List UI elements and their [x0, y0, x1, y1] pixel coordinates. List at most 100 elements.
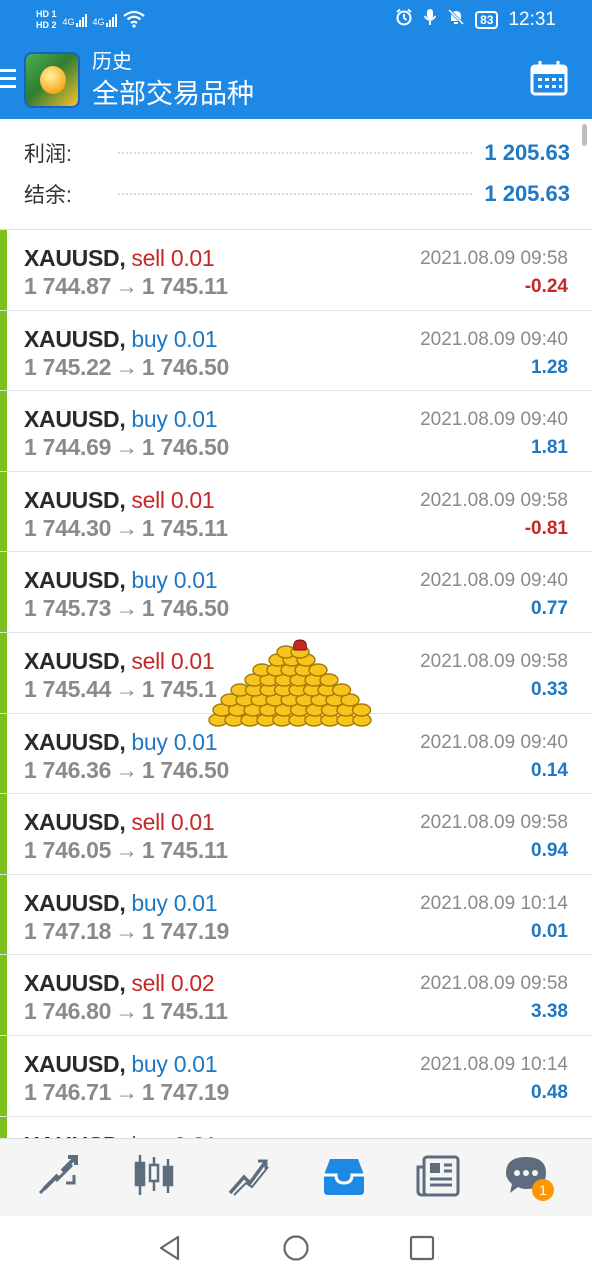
trade-type: buy 0.01 — [131, 1050, 218, 1077]
mute-icon — [447, 8, 465, 31]
microphone-icon — [423, 8, 437, 31]
menu-icon[interactable] — [0, 66, 18, 92]
signal-icon: 4G — [63, 13, 87, 27]
open-price: 1 745.22 — [24, 353, 112, 380]
trade-type: buy 0.01 — [131, 325, 218, 352]
trade-row[interactable]: XAUUSD, buy 0.01 1 745.22 → 1 746.50 2021.08.… — [0, 310, 592, 392]
profit-row: 利润: 1 205.63 — [24, 136, 570, 170]
battery-indicator: 83 — [475, 10, 499, 29]
trade-row[interactable]: XAUUSD, buy 0.01 1 746.71 → 1 747.19 2021.08.… — [0, 1035, 592, 1117]
trade-row[interactable]: XAUUSD,buy 0.01 — [0, 1116, 592, 1138]
network-type-2: 4G — [92, 17, 105, 27]
trade-history-list[interactable]: XAUUSD, sell 0.01 1 744.87 → 1 745.11 2021.08… — [0, 230, 592, 1138]
close-price: 1 746.50 — [141, 595, 229, 622]
profit-label: 利润: — [24, 143, 72, 166]
open-price: 1 744.87 — [24, 273, 112, 299]
home-icon[interactable] — [282, 1234, 310, 1262]
trade-time: 2021.08.09 10:14 — [420, 1053, 568, 1075]
trade-marker — [0, 955, 7, 1035]
open-price: 1 746.36 — [24, 756, 112, 783]
trade-type: sell 0.01 — [131, 486, 215, 513]
trade-row[interactable]: XAUUSD, sell 0.01 1 744.30 → 1 745.11 2021.08… — [0, 471, 592, 553]
trade-row[interactable]: XAUUSD, buy 0.01 1 744.69 → 1 746.50 2021.08.… — [0, 391, 592, 472]
balance-row: 结余: 1 205.63 — [24, 177, 570, 211]
close-price: 1 745.1 — [141, 675, 217, 702]
trade-symbol: XAUUSD — [24, 486, 120, 513]
bottom-navigation: 1 — [0, 1138, 592, 1216]
trade-row[interactable]: XAUUSD, buy 0.01 1 746.36 → 1 746.50 2021.08.… — [0, 713, 592, 795]
open-price: 1 744.69 — [24, 434, 112, 461]
trade-symbol: XAUUSD — [24, 1050, 120, 1077]
trade-symbol: XAUUSD — [24, 406, 120, 433]
trade-icon[interactable] — [224, 1151, 272, 1199]
calendar-icon[interactable] — [530, 60, 568, 96]
trade-symbol-line: XAUUSD,buy 0.01 — [24, 1050, 218, 1077]
trade-profit: 0.48 — [531, 1081, 568, 1103]
clock: 12:31 — [508, 8, 556, 30]
news-icon[interactable] — [414, 1151, 462, 1199]
chat-badge: 1 — [532, 1179, 554, 1201]
arrow-right-icon: → — [115, 1078, 138, 1105]
trade-marker — [0, 794, 7, 874]
trade-row[interactable]: XAUUSD, sell 0.01 1 744.87 → 1 745.11 2021.08… — [0, 230, 592, 311]
trade-prices: 1 744.30 → 1 745.11 — [24, 514, 228, 542]
balance-label: 结余: — [24, 184, 72, 207]
trade-prices: 1 744.69 → 1 746.50 — [24, 433, 229, 461]
system-navigation-bar — [0, 1216, 592, 1280]
recents-icon[interactable] — [408, 1234, 436, 1262]
network-type-1: 4G — [62, 17, 75, 27]
app-logo — [24, 52, 80, 108]
trade-symbol: XAUUSD — [24, 567, 120, 594]
close-price: 1 747.19 — [141, 917, 229, 944]
trade-time: 2021.08.09 10:14 — [420, 892, 568, 914]
page-subtitle: 历史 — [92, 51, 132, 73]
status-left: HD 1 HD 2 4G 4G — [36, 5, 145, 35]
trade-prices: 1 744.87 → 1 745.11 — [24, 272, 228, 300]
trade-time: 2021.08.09 09:40 — [420, 570, 568, 592]
arrow-right-icon: → — [115, 998, 138, 1025]
trade-prices: 1 745.22 → 1 746.50 — [24, 353, 229, 381]
trade-row[interactable]: XAUUSD, buy 0.01 1 747.18 → 1 747.19 2021.08.… — [0, 874, 592, 956]
trade-time: 2021.08.09 09:40 — [420, 731, 568, 753]
trade-prices: 1 746.71 → 1 747.19 — [24, 1078, 229, 1106]
trade-row[interactable]: XAUUSD, buy 0.01 1 745.73 → 1 746.50 2021.08.… — [0, 552, 592, 633]
trade-profit: 1.81 — [531, 437, 568, 459]
trade-profit: 0.94 — [531, 840, 568, 862]
chart-icon[interactable] — [130, 1151, 178, 1199]
chat-icon[interactable]: 1 — [502, 1151, 554, 1201]
trade-row[interactable]: XAUUSD, sell 0.01 1 746.05 → 1 745.11 2021.08… — [0, 794, 592, 875]
trade-row[interactable]: XAUUSD, sell 0.01 1 745.44 → 1 745.1 2021.08.… — [0, 632, 592, 714]
close-price: 1 745.11 — [141, 998, 228, 1025]
trade-symbol: XAUUSD — [24, 809, 120, 836]
alarm-icon — [395, 8, 413, 31]
trade-marker — [0, 713, 7, 794]
trade-profit: 0.77 — [531, 598, 568, 620]
trade-prices: 1 745.73 → 1 746.50 — [24, 594, 229, 622]
scrollbar[interactable] — [582, 124, 587, 146]
trade-type: sell 0.01 — [131, 245, 215, 271]
trade-profit: -0.81 — [524, 517, 568, 539]
trade-symbol-line: XAUUSD,buy 0.01 — [24, 1131, 218, 1138]
trade-symbol: XAUUSD — [24, 245, 120, 271]
history-icon[interactable] — [320, 1151, 368, 1199]
trade-time: 2021.08.09 09:40 — [420, 409, 568, 431]
trade-time: 2021.08.09 09:58 — [420, 812, 568, 834]
trade-symbol-line: XAUUSD,buy 0.01 — [24, 728, 218, 755]
trade-marker — [0, 1035, 7, 1116]
trade-row[interactable]: XAUUSD, sell 0.02 1 746.80 → 1 745.11 2021.08… — [0, 955, 592, 1036]
trade-profit: 0.01 — [531, 920, 568, 942]
close-price: 1 747.19 — [141, 1078, 229, 1105]
trade-profit: 1.28 — [531, 356, 568, 378]
page-title[interactable]: 全部交易品种 — [92, 78, 254, 110]
trade-marker — [0, 471, 7, 552]
trade-prices: 1 746.36 → 1 746.50 — [24, 756, 229, 784]
trade-profit: 0.14 — [531, 759, 568, 781]
trade-marker — [0, 230, 7, 310]
open-price: 1 747.18 — [24, 917, 112, 944]
trade-type: sell 0.01 — [131, 809, 215, 836]
quotes-icon[interactable] — [36, 1151, 84, 1199]
trade-type: buy 0.01 — [131, 567, 218, 594]
back-icon[interactable] — [156, 1234, 184, 1262]
arrow-right-icon: → — [115, 675, 138, 702]
trade-symbol-line: XAUUSD, sell 0.01 — [24, 245, 215, 271]
